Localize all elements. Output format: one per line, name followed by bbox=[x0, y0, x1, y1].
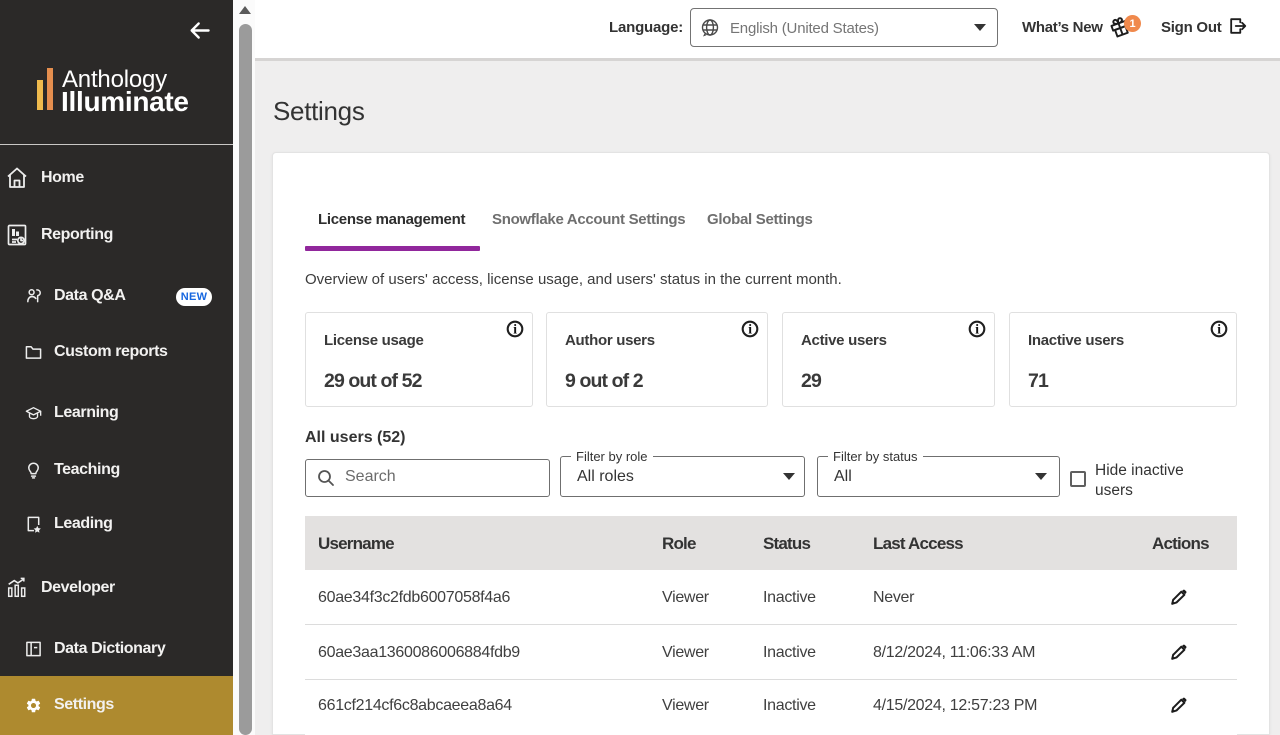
svg-text:i: i bbox=[1217, 322, 1221, 337]
svg-text:i: i bbox=[975, 322, 979, 337]
svg-text:i: i bbox=[748, 322, 752, 337]
svg-text:i: i bbox=[513, 322, 517, 337]
